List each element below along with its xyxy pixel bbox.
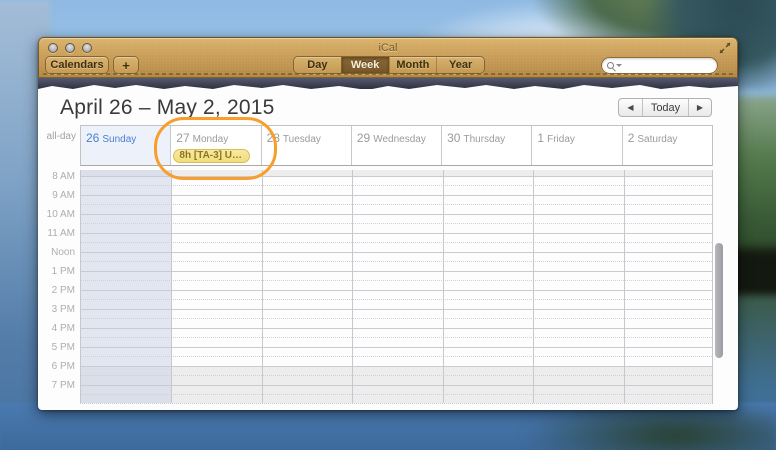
window-title: iCal <box>39 42 737 54</box>
half-hour-gridline <box>81 356 712 357</box>
column-divider <box>262 170 263 403</box>
time-label: 8 AM <box>38 171 75 182</box>
day-name: Saturday <box>637 134 677 145</box>
half-hour-gridline <box>81 261 712 262</box>
calendars-button[interactable]: Calendars <box>45 56 109 74</box>
ical-window: iCal Calendars + DayWeekMonthYear April … <box>38 37 738 410</box>
half-hour-gridline <box>81 242 712 243</box>
day-name: Sunday <box>102 134 136 145</box>
fullscreen-icon[interactable] <box>719 42 731 54</box>
half-hour-gridline <box>81 318 712 319</box>
toolbar: iCal Calendars + DayWeekMonthYear <box>38 37 738 78</box>
day-name: Tuesday <box>283 134 321 145</box>
search-icon <box>607 62 614 69</box>
hour-gridline <box>81 271 712 272</box>
half-hour-gridline <box>81 185 712 186</box>
day-header-wednesday[interactable]: 29Wednesday <box>351 126 441 165</box>
hour-gridline <box>81 290 712 291</box>
scrollbar-thumb[interactable] <box>715 243 723 358</box>
half-hour-gridline <box>81 375 712 376</box>
column-divider <box>171 170 172 403</box>
day-name: Thursday <box>463 134 505 145</box>
time-label: 2 PM <box>38 285 75 296</box>
all-day-label: all-day <box>38 131 76 142</box>
half-hour-gridline <box>81 280 712 281</box>
time-label: 1 PM <box>38 266 75 277</box>
time-label: 6 PM <box>38 361 75 372</box>
column-divider <box>443 170 444 403</box>
day-number: 26 <box>86 131 99 145</box>
day-header-saturday[interactable]: 2Saturday <box>622 126 712 165</box>
search-scope-caret-icon[interactable] <box>616 64 622 67</box>
column-divider <box>624 170 625 403</box>
hour-gridline <box>81 195 712 196</box>
column-divider <box>533 170 534 403</box>
day-name: Wednesday <box>373 134 426 145</box>
day-number: 29 <box>357 131 370 145</box>
view-switcher: DayWeekMonthYear <box>293 56 485 74</box>
hour-gridline <box>81 385 712 386</box>
view-tab-day[interactable]: Day <box>294 57 341 73</box>
half-hour-gridline <box>81 337 712 338</box>
hour-gridline <box>81 214 712 215</box>
search-input[interactable] <box>624 60 712 71</box>
time-label: 11 AM <box>38 228 75 239</box>
day-number: 30 <box>447 131 460 145</box>
half-hour-gridline <box>81 394 712 395</box>
next-week-button[interactable]: ▶ <box>688 99 711 116</box>
date-navigation: ◀ Today ▶ <box>618 98 712 117</box>
today-button[interactable]: Today <box>642 99 688 116</box>
hour-gridline <box>81 252 712 253</box>
half-hour-gridline <box>81 299 712 300</box>
week-grid[interactable] <box>80 170 713 404</box>
view-tab-week[interactable]: Week <box>341 57 389 73</box>
time-label: 7 PM <box>38 380 75 391</box>
day-header-thursday[interactable]: 30Thursday <box>441 126 531 165</box>
day-header-friday[interactable]: 1Friday <box>531 126 621 165</box>
time-label: Noon <box>38 247 75 258</box>
hour-gridline <box>81 366 712 367</box>
calendar-area: April 26 – May 2, 2015 ◀ Today ▶ all-day… <box>38 89 738 410</box>
time-label: 3 PM <box>38 304 75 315</box>
time-label: 5 PM <box>38 342 75 353</box>
hour-gridline <box>81 233 712 234</box>
hour-gridline <box>81 347 712 348</box>
search-field[interactable] <box>601 57 718 74</box>
view-tab-month[interactable]: Month <box>389 57 437 73</box>
time-label: 9 AM <box>38 190 75 201</box>
add-event-button[interactable]: + <box>113 56 139 74</box>
hour-gridline <box>81 309 712 310</box>
hour-gridline <box>81 328 712 329</box>
half-hour-gridline <box>81 223 712 224</box>
view-tab-year[interactable]: Year <box>436 57 484 73</box>
previous-week-button[interactable]: ◀ <box>619 99 642 116</box>
day-name: Friday <box>547 134 575 145</box>
annotation-highlight-ring <box>154 117 277 180</box>
time-label: 4 PM <box>38 323 75 334</box>
day-number: 2 <box>628 131 635 145</box>
day-number: 1 <box>537 131 544 145</box>
column-divider <box>352 170 353 403</box>
leather-stitching <box>43 73 733 75</box>
time-label: 10 AM <box>38 209 75 220</box>
desktop-wallpaper: iCal Calendars + DayWeekMonthYear April … <box>0 0 776 450</box>
half-hour-gridline <box>81 204 712 205</box>
